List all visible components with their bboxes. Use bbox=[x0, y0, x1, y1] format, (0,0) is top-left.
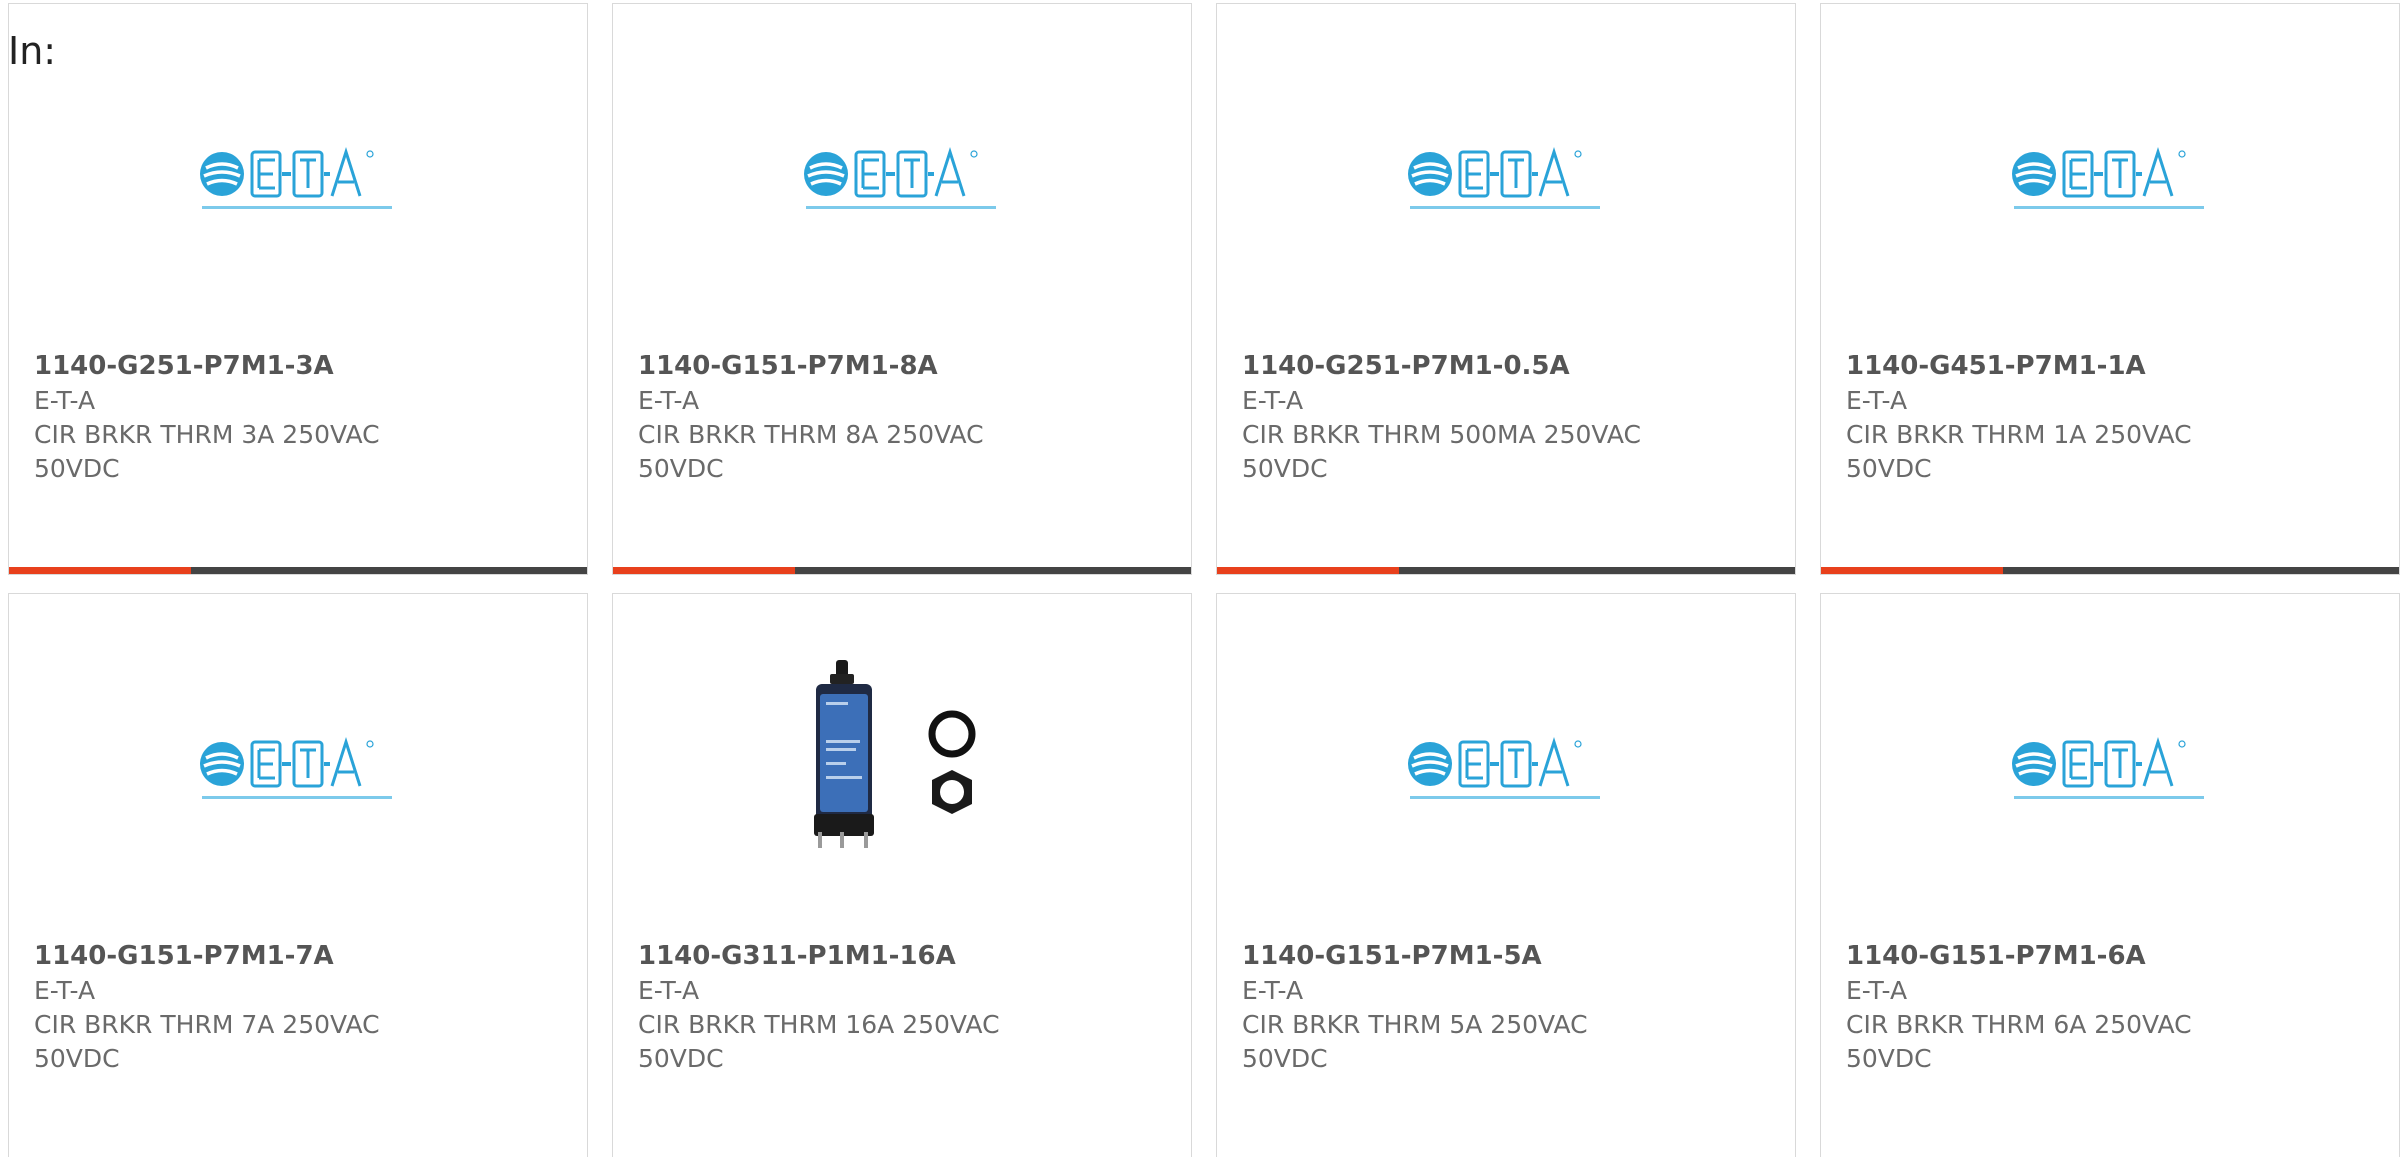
eta-logo-icon bbox=[1408, 737, 1600, 799]
product-image bbox=[1821, 714, 2399, 824]
product-description: CIR BRKR THRM 16A 250VAC 50VDC bbox=[638, 1010, 1000, 1073]
product-description: CIR BRKR THRM 500MA 250VAC 50VDC bbox=[1242, 420, 1642, 483]
product-manufacturer: E-T-A bbox=[638, 976, 700, 1005]
product-image bbox=[1821, 124, 2399, 234]
product-description: CIR BRKR THRM 7A 250VAC 50VDC bbox=[34, 1010, 380, 1073]
product-info: 1140-G311-P1M1-16A E-T-A CIR BRKR THRM 1… bbox=[638, 938, 1171, 1076]
product-image bbox=[613, 654, 1191, 854]
product-image bbox=[9, 124, 587, 234]
product-info: 1140-G251-P7M1-3A E-T-A CIR BRKR THRM 3A… bbox=[34, 348, 567, 486]
card-accent-bar-base bbox=[795, 567, 1191, 574]
card-accent-bar bbox=[613, 567, 1191, 574]
product-part-number[interactable]: 1140-G311-P1M1-16A bbox=[638, 938, 1171, 974]
product-info: 1140-G151-P7M1-5A E-T-A CIR BRKR THRM 5A… bbox=[1242, 938, 1775, 1076]
product-card[interactable]: 1140-G451-P7M1-1A E-T-A CIR BRKR THRM 1A… bbox=[1820, 3, 2400, 575]
product-grid: 1140-G251-P7M1-3A E-T-A CIR BRKR THRM 3A… bbox=[8, 3, 2400, 1157]
product-part-number[interactable]: 1140-G451-P7M1-1A bbox=[1846, 348, 2379, 384]
product-card[interactable]: 1140-G151-P7M1-5A E-T-A CIR BRKR THRM 5A… bbox=[1216, 593, 1796, 1157]
card-accent-bar bbox=[9, 567, 587, 574]
product-description: CIR BRKR THRM 1A 250VAC 50VDC bbox=[1846, 420, 2192, 483]
product-part-number[interactable]: 1140-G151-P7M1-7A bbox=[34, 938, 567, 974]
product-part-number[interactable]: 1140-G151-P7M1-6A bbox=[1846, 938, 2379, 974]
card-accent-bar-highlight bbox=[1217, 567, 1399, 574]
card-accent-bar bbox=[1821, 567, 2399, 574]
product-info: 1140-G151-P7M1-8A E-T-A CIR BRKR THRM 8A… bbox=[638, 348, 1171, 486]
card-accent-bar-base bbox=[2003, 567, 2399, 574]
product-card[interactable]: 1140-G151-P7M1-8A E-T-A CIR BRKR THRM 8A… bbox=[612, 3, 1192, 575]
product-manufacturer: E-T-A bbox=[638, 386, 700, 415]
product-info: 1140-G151-P7M1-6A E-T-A CIR BRKR THRM 6A… bbox=[1846, 938, 2379, 1076]
card-accent-bar-base bbox=[191, 567, 587, 574]
eta-logo-icon bbox=[200, 737, 392, 799]
product-card[interactable]: 1140-G311-P1M1-16A E-T-A CIR BRKR THRM 1… bbox=[612, 593, 1192, 1157]
card-accent-bar-highlight bbox=[613, 567, 795, 574]
product-image bbox=[613, 124, 1191, 234]
product-part-number[interactable]: 1140-G251-P7M1-3A bbox=[34, 348, 567, 384]
in-label: In: bbox=[8, 29, 57, 73]
product-manufacturer: E-T-A bbox=[34, 976, 96, 1005]
product-part-number[interactable]: 1140-G251-P7M1-0.5A bbox=[1242, 348, 1775, 384]
eta-logo-icon bbox=[2012, 737, 2204, 799]
product-image bbox=[9, 714, 587, 824]
product-manufacturer: E-T-A bbox=[34, 386, 96, 415]
product-image bbox=[1217, 714, 1795, 824]
product-card[interactable]: 1140-G251-P7M1-0.5A E-T-A CIR BRKR THRM … bbox=[1216, 3, 1796, 575]
product-description: CIR BRKR THRM 6A 250VAC 50VDC bbox=[1846, 1010, 2192, 1073]
product-info: 1140-G151-P7M1-7A E-T-A CIR BRKR THRM 7A… bbox=[34, 938, 567, 1076]
card-accent-bar bbox=[1217, 567, 1795, 574]
card-accent-bar-base bbox=[1399, 567, 1795, 574]
product-manufacturer: E-T-A bbox=[1242, 976, 1304, 1005]
card-accent-bar-highlight bbox=[1821, 567, 2003, 574]
product-part-number[interactable]: 1140-G151-P7M1-5A bbox=[1242, 938, 1775, 974]
product-results-page: In: 1140-G251-P7M1-3A E-T-A CIR BRKR THR… bbox=[0, 0, 2400, 1157]
eta-logo-icon bbox=[1408, 147, 1600, 209]
product-card[interactable]: 1140-G151-P7M1-6A E-T-A CIR BRKR THRM 6A… bbox=[1820, 593, 2400, 1157]
eta-logo-icon bbox=[200, 147, 392, 209]
product-info: 1140-G251-P7M1-0.5A E-T-A CIR BRKR THRM … bbox=[1242, 348, 1775, 486]
card-accent-bar-highlight bbox=[9, 567, 191, 574]
eta-logo-icon bbox=[804, 147, 996, 209]
product-description: CIR BRKR THRM 5A 250VAC 50VDC bbox=[1242, 1010, 1588, 1073]
product-manufacturer: E-T-A bbox=[1846, 976, 1908, 1005]
product-manufacturer: E-T-A bbox=[1242, 386, 1304, 415]
product-description: CIR BRKR THRM 3A 250VAC 50VDC bbox=[34, 420, 380, 483]
product-part-number[interactable]: 1140-G151-P7M1-8A bbox=[638, 348, 1171, 384]
circuit-breaker-photo-icon bbox=[814, 660, 976, 848]
product-info: 1140-G451-P7M1-1A E-T-A CIR BRKR THRM 1A… bbox=[1846, 348, 2379, 486]
eta-logo-icon bbox=[2012, 147, 2204, 209]
product-image bbox=[1217, 124, 1795, 234]
product-card[interactable]: 1140-G251-P7M1-3A E-T-A CIR BRKR THRM 3A… bbox=[8, 3, 588, 575]
product-manufacturer: E-T-A bbox=[1846, 386, 1908, 415]
product-description: CIR BRKR THRM 8A 250VAC 50VDC bbox=[638, 420, 984, 483]
product-card[interactable]: 1140-G151-P7M1-7A E-T-A CIR BRKR THRM 7A… bbox=[8, 593, 588, 1157]
